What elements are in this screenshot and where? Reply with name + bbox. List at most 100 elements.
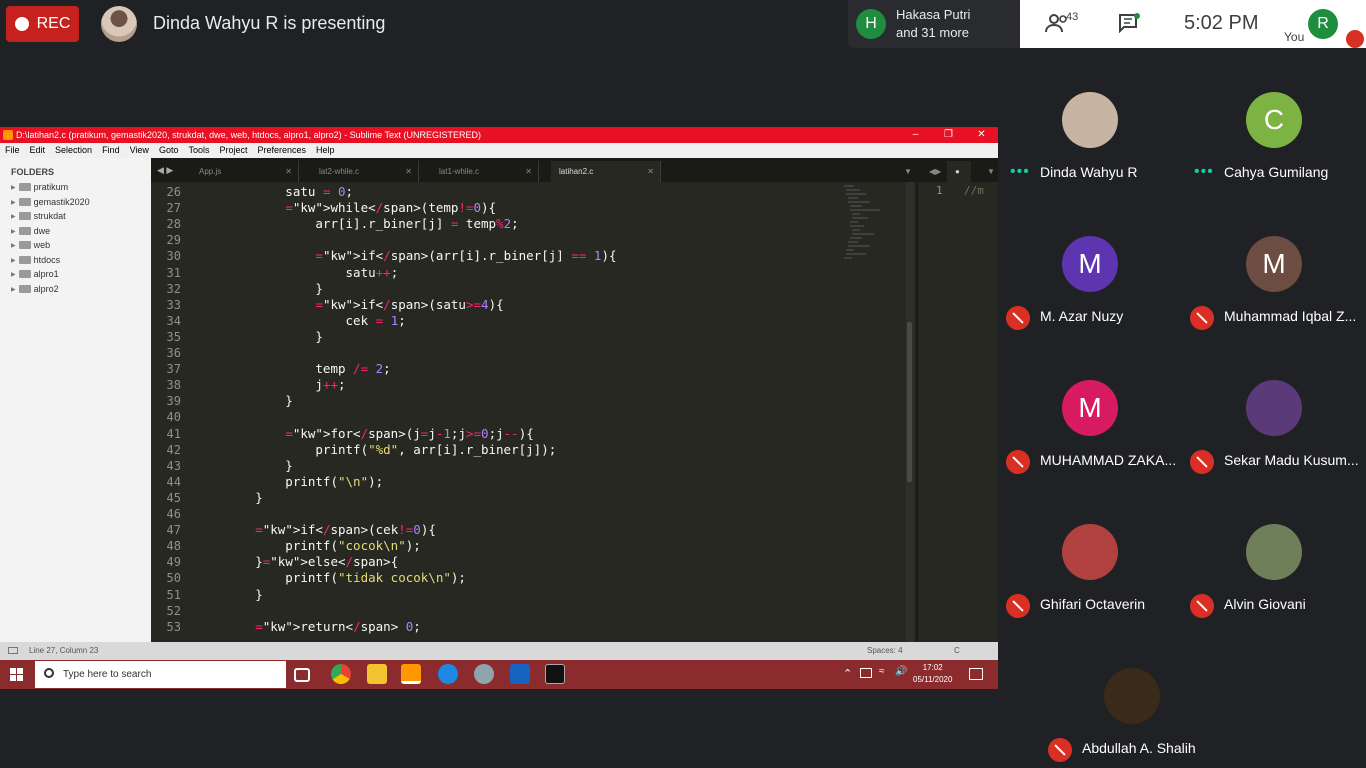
secondary-editor-pane[interactable]: 1 //m [916, 182, 998, 642]
folder-item[interactable]: ▶ web [11, 238, 50, 252]
line-number: 29 [166, 233, 181, 248]
participant-tile[interactable]: C ••• Cahya Gumilang [1182, 48, 1366, 192]
folder-item[interactable]: ▶ pratikum [11, 180, 68, 194]
close-icon[interactable]: ✕ [965, 127, 998, 143]
meeting-clock: 5:02 PM [1184, 12, 1259, 34]
minimize-icon[interactable]: – [899, 127, 932, 143]
notifications-icon[interactable] [969, 668, 983, 680]
pane-nav-icon[interactable]: ◀▶ [921, 161, 945, 182]
code-line: printf("tidak cocok\n"); [195, 570, 466, 586]
volume-icon[interactable]: 🔊 [895, 666, 907, 677]
line-number: 47 [166, 523, 181, 538]
app-icon[interactable] [474, 664, 494, 684]
tab-list-dropdown-icon[interactable]: ▼ [896, 161, 916, 182]
tab-latihan2[interactable]: latihan2.c ✕ [551, 161, 661, 182]
other-participants-chip[interactable]: H Hakasa Putri and 31 more [848, 0, 1020, 48]
participant-tile[interactable]: Alvin Giovani [1182, 480, 1366, 624]
self-avatar[interactable]: R [1308, 9, 1338, 39]
participant-tile[interactable]: M MUHAMMAD ZAKA... [998, 336, 1182, 480]
participant-avatar [1062, 92, 1118, 148]
menu-selection[interactable]: Selection [55, 143, 92, 158]
terminal-icon[interactable] [545, 664, 565, 684]
code-line: printf("cocok\n"); [195, 538, 421, 554]
menu-project[interactable]: Project [219, 143, 247, 158]
syntax-setting[interactable]: C [954, 642, 960, 660]
close-icon[interactable]: ✕ [525, 161, 532, 182]
line-number: 40 [166, 410, 181, 425]
windows-start-icon[interactable] [10, 668, 23, 681]
windows-taskbar: Type here to search ⌃ ≈ 🔊 17:02 05/11/202… [0, 660, 998, 689]
participant-tile[interactable]: Abdullah A. Shalih [1040, 624, 1224, 768]
participant-tile[interactable]: M M. Azar Nuzy [998, 192, 1182, 336]
folder-icon [18, 285, 31, 293]
close-icon[interactable]: ✕ [647, 161, 654, 182]
participant-tile[interactable]: ••• Dinda Wahyu R [998, 48, 1182, 192]
menu-file[interactable]: File [5, 143, 20, 158]
folder-item[interactable]: ▶ htdocs [11, 253, 60, 267]
participant-tile[interactable]: M Muhammad Iqbal Z... [1182, 192, 1366, 336]
menu-preferences[interactable]: Preferences [257, 143, 306, 158]
battery-icon[interactable] [860, 668, 872, 678]
menu-tools[interactable]: Tools [188, 143, 209, 158]
chrome-icon[interactable] [331, 664, 351, 684]
unsaved-dot-icon[interactable]: ● [947, 161, 971, 182]
task-view-icon[interactable] [294, 668, 310, 682]
calculator-icon[interactable] [510, 664, 530, 684]
line-number: 48 [166, 539, 181, 554]
taskbar-search-input[interactable]: Type here to search [35, 661, 286, 688]
folder-item[interactable]: ▶ alpro1 [11, 267, 59, 281]
code-line: j++; [195, 377, 346, 393]
participant-tile[interactable]: Ghifari Octaverin [998, 480, 1182, 624]
comment-text: //m [964, 184, 984, 197]
menu-view[interactable]: View [130, 143, 149, 158]
folder-item[interactable]: ▶ strukdat [11, 209, 66, 223]
cursor-position: Line 27, Column 23 [29, 646, 99, 655]
chevron-up-icon[interactable]: ⌃ [843, 667, 852, 680]
you-label: You [1284, 30, 1305, 44]
menu-help[interactable]: Help [316, 143, 335, 158]
tab-lat2-while[interactable]: lat2-while.c ✕ [311, 161, 419, 182]
menu-goto[interactable]: Goto [159, 143, 179, 158]
file-explorer-icon[interactable] [367, 664, 387, 684]
minimap[interactable] [840, 182, 906, 282]
tab-nav-arrows-icon[interactable]: ◀ ▶ [157, 165, 173, 176]
sublime-text-taskbar-icon[interactable] [401, 664, 421, 684]
close-icon[interactable]: ✕ [405, 161, 412, 182]
wifi-icon[interactable]: ≈ [879, 666, 885, 677]
folder-item[interactable]: ▶ dwe [11, 224, 50, 238]
participant-avatar: M [1246, 236, 1302, 292]
people-count: 43 [1066, 11, 1079, 23]
code-line: arr[i].r_biner[j] = temp%2; [195, 216, 519, 232]
code-line: ="kw">return</span> 0; [255, 618, 421, 634]
menu-find[interactable]: Find [102, 143, 120, 158]
folder-item[interactable]: ▶ alpro2 [11, 282, 59, 296]
participant-avatar: M [1062, 380, 1118, 436]
edge-icon[interactable] [438, 664, 458, 684]
line-number: 44 [166, 474, 181, 489]
participant-tile[interactable]: Sekar Madu Kusum... [1182, 336, 1366, 480]
tab-app-js[interactable]: App.js ✕ [191, 161, 299, 182]
record-dot-icon [14, 17, 29, 31]
folders-sidebar: FOLDERS ▶ pratikum ▶ gemastik2020 ▶ strukda… [0, 158, 151, 642]
line-number: 27 [166, 201, 181, 216]
scrollbar-thumb[interactable] [907, 322, 912, 482]
participant-name: Cahya Gumilang [1224, 164, 1329, 180]
code-line: printf("\n"); [195, 473, 384, 489]
panel-toggle-icon[interactable] [8, 647, 18, 654]
code-line: ="kw">if</span>(arr[i].r_biner[j] == 1){ [315, 248, 617, 264]
taskbar-clock[interactable]: 17:02 05/11/2020 [913, 662, 952, 686]
folder-icon [18, 256, 31, 264]
line-number: 45 [166, 490, 181, 505]
menu-edit[interactable]: Edit [30, 143, 46, 158]
line-number: 35 [166, 329, 181, 344]
maximize-icon[interactable]: ❐ [932, 127, 965, 143]
indentation-setting[interactable]: Spaces: 4 [867, 642, 903, 660]
close-icon[interactable]: ✕ [285, 161, 292, 182]
code-editor[interactable]: satu = 0; ="kw">while</span>(temp!=0){ a… [195, 182, 840, 642]
line-number: 43 [166, 458, 181, 473]
caret-right-icon: ▶ [11, 271, 16, 278]
chat-icon[interactable] [1118, 13, 1140, 33]
folder-item[interactable]: ▶ gemastik2020 [11, 195, 90, 209]
tab-list-dropdown-icon[interactable]: ▼ [979, 161, 997, 182]
tab-lat1-while[interactable]: lat1-while.c ✕ [431, 161, 539, 182]
